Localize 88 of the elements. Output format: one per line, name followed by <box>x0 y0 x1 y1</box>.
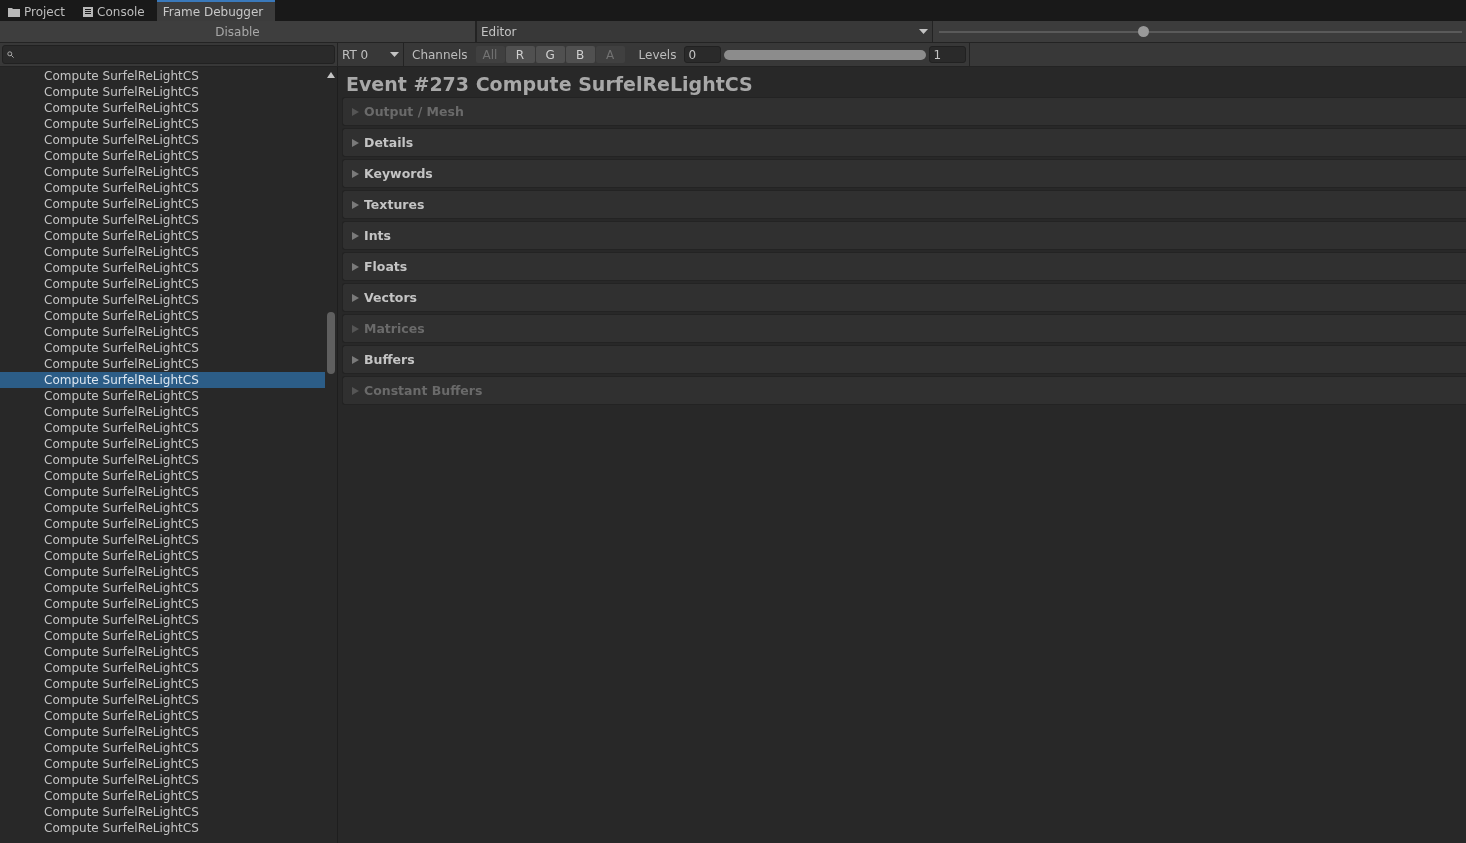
event-item[interactable]: Compute SurfelReLightCS <box>0 228 325 244</box>
event-item[interactable]: Compute SurfelReLightCS <box>0 468 325 484</box>
event-item[interactable]: Compute SurfelReLightCS <box>0 724 325 740</box>
event-item[interactable]: Compute SurfelReLightCS <box>0 68 325 84</box>
collapsed-icon <box>352 324 359 333</box>
event-item[interactable]: Compute SurfelReLightCS <box>0 116 325 132</box>
event-item[interactable]: Compute SurfelReLightCS <box>0 820 325 836</box>
event-item[interactable]: Compute SurfelReLightCS <box>0 356 325 372</box>
event-item[interactable]: Compute SurfelReLightCS <box>0 564 325 580</box>
section-header[interactable]: Buffers <box>342 345 1466 374</box>
event-title: Event #273 Compute SurfelReLightCS <box>345 72 754 97</box>
collapsed-icon <box>352 231 359 240</box>
event-item[interactable]: Compute SurfelReLightCS <box>0 644 325 660</box>
event-item[interactable]: Compute SurfelReLightCS <box>0 548 325 564</box>
event-item[interactable]: Compute SurfelReLightCS <box>0 260 325 276</box>
section-header[interactable]: Keywords <box>342 159 1466 188</box>
event-item[interactable]: Compute SurfelReLightCS <box>0 388 325 404</box>
event-item[interactable]: Compute SurfelReLightCS <box>0 100 325 116</box>
event-item[interactable]: Compute SurfelReLightCS <box>0 436 325 452</box>
event-item[interactable]: Compute SurfelReLightCS <box>0 628 325 644</box>
event-item[interactable]: Compute SurfelReLightCS <box>0 132 325 148</box>
collapsed-icon <box>352 169 359 178</box>
channels-label: Channels <box>411 47 469 62</box>
collapsed-icon <box>352 200 359 209</box>
tab[interactable]: Project <box>2 0 78 21</box>
event-item[interactable]: Compute SurfelReLightCS <box>0 580 325 596</box>
event-item[interactable]: Compute SurfelReLightCS <box>0 612 325 628</box>
search-field[interactable] <box>2 45 335 64</box>
event-item[interactable]: Compute SurfelReLightCS <box>0 516 325 532</box>
collapsed-icon <box>352 293 359 302</box>
event-item[interactable]: Compute SurfelReLightCS <box>0 532 325 548</box>
section-header[interactable]: Vectors <box>342 283 1466 312</box>
scrollbar-thumb[interactable] <box>327 312 335 374</box>
event-item[interactable]: Compute SurfelReLightCS <box>0 244 325 260</box>
section-header[interactable]: Floats <box>342 252 1466 281</box>
levels-range-slider[interactable] <box>724 49 927 60</box>
caret-icon <box>390 52 399 57</box>
event-item[interactable]: Compute SurfelReLightCS <box>0 308 325 324</box>
event-item[interactable]: Compute SurfelReLightCS <box>0 164 325 180</box>
event-item[interactable]: Compute SurfelReLightCS <box>0 692 325 708</box>
event-item[interactable]: Compute SurfelReLightCS <box>0 276 325 292</box>
event-item[interactable]: Compute SurfelReLightCS <box>0 756 325 772</box>
section-header[interactable]: Details <box>342 128 1466 157</box>
levels-max-field[interactable]: 1 <box>929 46 967 63</box>
event-item[interactable]: Compute SurfelReLightCS <box>0 420 325 436</box>
collapsed-icon <box>352 138 359 147</box>
event-item[interactable]: Compute SurfelReLightCS <box>0 708 325 724</box>
event-item[interactable]: Compute SurfelReLightCS <box>0 212 325 228</box>
section-header[interactable]: Ints <box>342 221 1466 250</box>
tab[interactable]: Console <box>77 0 157 21</box>
event-item[interactable]: Compute SurfelReLightCS <box>0 740 325 756</box>
event-item[interactable]: Compute SurfelReLightCS <box>0 660 325 676</box>
collapsed-icon <box>352 107 359 116</box>
caret-icon <box>919 29 928 34</box>
event-item[interactable]: Compute SurfelReLightCS <box>0 452 325 468</box>
rt-dropdown[interactable]: RT 0 <box>338 43 404 66</box>
event-item[interactable]: Compute SurfelReLightCS <box>0 292 325 308</box>
collapsed-icon <box>352 262 359 271</box>
event-item[interactable]: Compute SurfelReLightCS <box>0 324 325 340</box>
event-item[interactable]: Compute SurfelReLightCS <box>0 500 325 516</box>
scroll-up-icon[interactable] <box>327 72 335 78</box>
slider-thumb[interactable] <box>1137 25 1149 37</box>
section-header[interactable]: Textures <box>342 190 1466 219</box>
event-item[interactable]: Compute SurfelReLightCS <box>0 84 325 100</box>
collapsed-icon <box>352 386 359 395</box>
event-item[interactable]: Compute SurfelReLightCS <box>0 180 325 196</box>
event-item[interactable]: Compute SurfelReLightCS <box>0 340 325 356</box>
search-icon <box>7 51 14 58</box>
event-item[interactable]: Compute SurfelReLightCS <box>0 772 325 788</box>
channel-toggle[interactable]: R <box>505 46 535 63</box>
event-item[interactable]: Compute SurfelReLightCS <box>0 484 325 500</box>
channel-toggle[interactable]: G <box>535 46 565 63</box>
event-item[interactable]: Compute SurfelReLightCS <box>0 148 325 164</box>
tab[interactable]: Frame Debugger <box>156 0 276 21</box>
event-item[interactable]: Compute SurfelReLightCS <box>0 404 325 420</box>
levels-label: Levels <box>637 47 678 62</box>
event-item[interactable]: Compute SurfelReLightCS <box>0 372 325 388</box>
channel-toggle[interactable]: B <box>565 46 595 63</box>
target-dropdown[interactable]: Editor <box>477 21 933 42</box>
event-item[interactable]: Compute SurfelReLightCS <box>0 596 325 612</box>
folder-icon <box>8 6 20 17</box>
levels-min-field[interactable]: 0 <box>684 46 722 63</box>
console-icon <box>83 6 94 17</box>
event-item[interactable]: Compute SurfelReLightCS <box>0 804 325 820</box>
event-item[interactable]: Compute SurfelReLightCS <box>0 196 325 212</box>
event-item[interactable]: Compute SurfelReLightCS <box>0 788 325 804</box>
event-item[interactable]: Compute SurfelReLightCS <box>0 676 325 692</box>
collapsed-icon <box>352 355 359 364</box>
